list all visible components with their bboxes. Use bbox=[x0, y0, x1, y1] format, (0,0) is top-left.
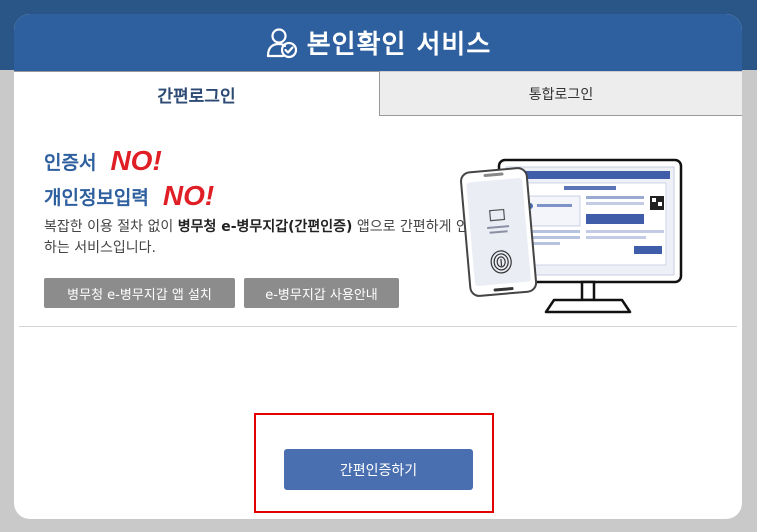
personal-info-no-text: NO! bbox=[162, 180, 215, 211]
desc-part1: 복잡한 이용 절차 없이 bbox=[44, 219, 178, 235]
phone-illustration bbox=[460, 167, 538, 297]
simple-auth-button[interactable]: 간편인증하기 bbox=[284, 449, 473, 490]
promo-line-cert: 인증서 NO! bbox=[44, 147, 162, 175]
dialog-title: 본인확인 서비스 bbox=[306, 30, 492, 60]
promo-section: 인증서 NO! 개인정보입력 NO! 복잡한 이용 절차 없이 병무청 e-병무… bbox=[14, 117, 742, 327]
cert-label: 인증서 bbox=[44, 152, 97, 174]
section-divider bbox=[19, 326, 737, 327]
promo-line-personal-info: 개인정보입력 NO! bbox=[44, 182, 214, 210]
usage-guide-button[interactable]: e-병무지갑 사용안내 bbox=[244, 278, 399, 308]
dialog-header: 본인확인 서비스 bbox=[14, 14, 742, 71]
tab-integrated-login[interactable]: 통합로그인 bbox=[380, 71, 742, 116]
install-app-button[interactable]: 병무청 e-병무지갑 앱 설치 bbox=[44, 278, 235, 308]
desc-bold-app-name: 병무청 e-병무지갑(간편인증) bbox=[177, 219, 353, 235]
auth-dialog: 본인확인 서비스 간편로그인 통합로그인 인증서 NO! 개인정보입력 NO! … bbox=[14, 14, 742, 519]
promo-description: 복잡한 이용 절차 없이 병무청 e-병무지갑(간편인증) 앱으로 간편하게 인… bbox=[44, 217, 484, 259]
login-tabs: 간편로그인 통합로그인 bbox=[14, 71, 742, 117]
personal-info-label: 개인정보입력 bbox=[44, 187, 149, 209]
cert-no-text: NO! bbox=[110, 145, 162, 176]
tab-simple-login[interactable]: 간편로그인 bbox=[14, 71, 380, 116]
device-illustration bbox=[444, 142, 684, 317]
user-check-icon bbox=[265, 26, 299, 60]
